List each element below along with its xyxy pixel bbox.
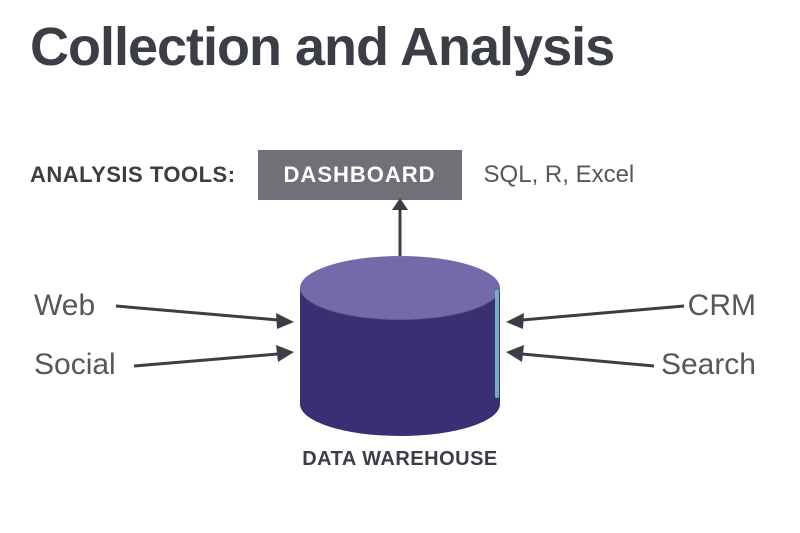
source-web: Web: [34, 289, 95, 323]
arrow-web-icon: [116, 296, 296, 332]
dashboard-box: DASHBOARD: [258, 150, 462, 200]
arrow-crm-icon: [504, 296, 684, 332]
analysis-tools-secondary: SQL, R, Excel: [484, 161, 635, 189]
page-title: Collection and Analysis: [30, 16, 614, 78]
source-social: Social: [34, 348, 116, 382]
source-crm: CRM: [688, 289, 756, 323]
data-warehouse-cylinder-icon: [300, 256, 500, 436]
source-search: Search: [661, 348, 756, 382]
arrow-search-icon: [504, 348, 654, 384]
arrow-social-icon: [134, 348, 296, 384]
diagram-stage: Collection and Analysis ANALYSIS TOOLS: …: [0, 0, 800, 533]
data-warehouse-label: DATA WAREHOUSE: [0, 448, 800, 471]
analysis-tools-label: ANALYSIS TOOLS:: [30, 162, 236, 188]
analysis-tools-row: ANALYSIS TOOLS: DASHBOARD SQL, R, Excel: [30, 150, 634, 200]
